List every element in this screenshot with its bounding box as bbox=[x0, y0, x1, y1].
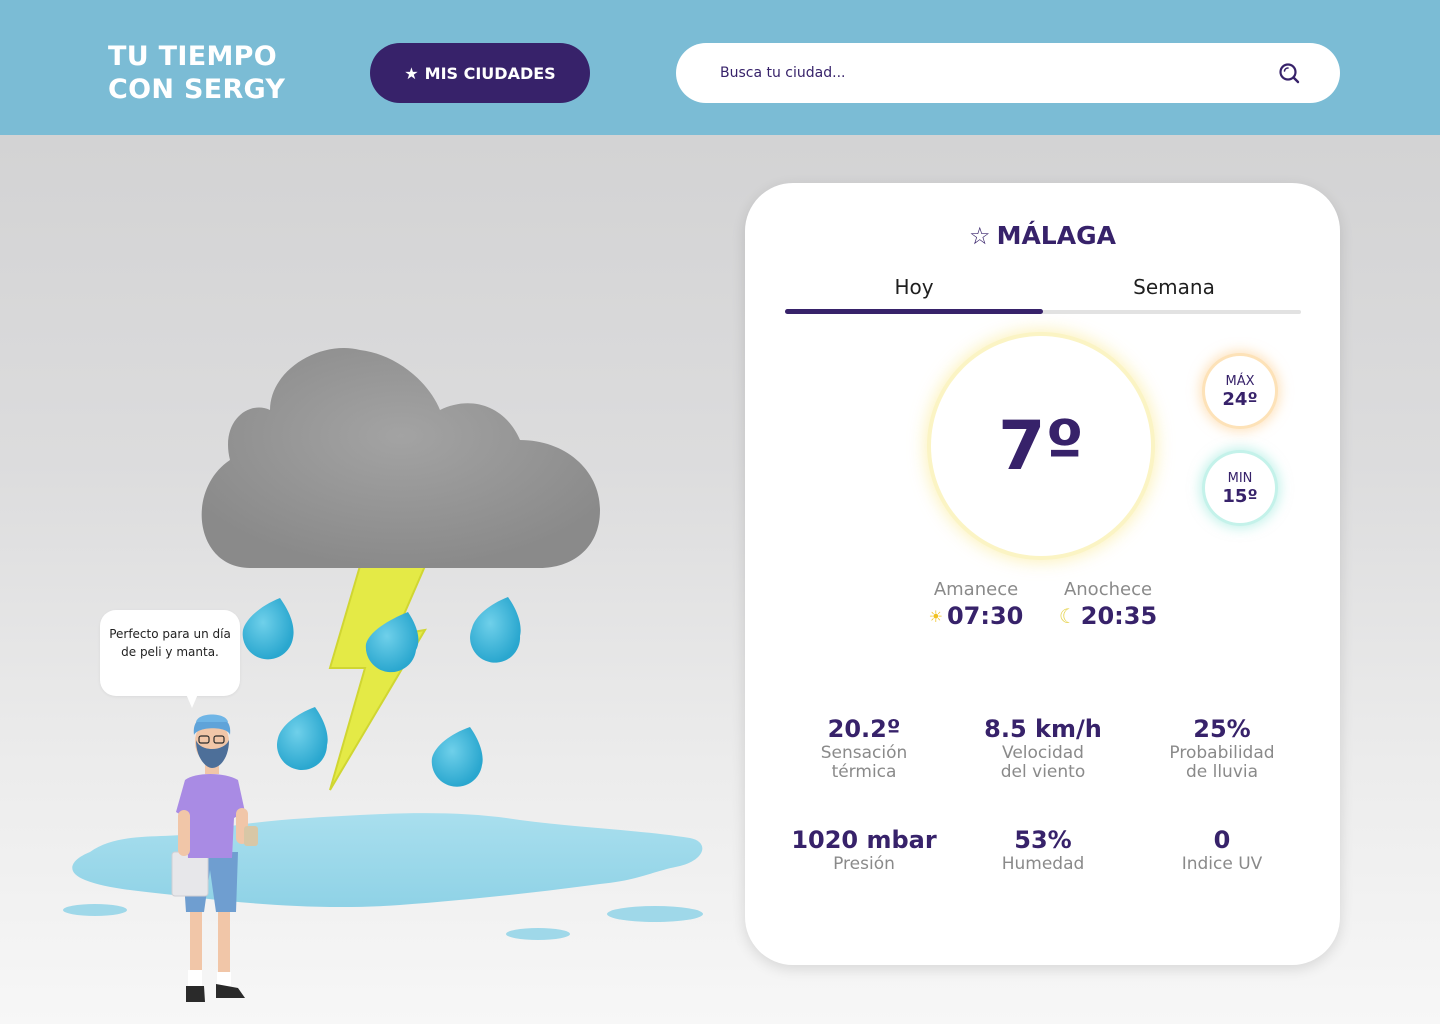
max-value: 24º bbox=[1222, 389, 1258, 410]
stat-label: Humedad bbox=[1001, 854, 1085, 874]
weather-card: ☆ MÁLAGA Hoy Semana 7º MÁX 24º MIN 15º A… bbox=[745, 183, 1340, 965]
stat-wind-speed: 8.5 km/h Velocidad del viento bbox=[953, 715, 1133, 781]
speech-bubble: Perfecto para un día de peli y manta. bbox=[100, 610, 240, 708]
top-header: TU TIEMPO CON SERGY ★ MIS CIUDADES bbox=[0, 0, 1440, 135]
brand-line-1: TU TIEMPO bbox=[108, 41, 277, 72]
stat-label: de lluvia bbox=[1185, 762, 1259, 782]
search-input[interactable] bbox=[720, 61, 1240, 85]
brand-line-2: CON SERGY bbox=[108, 74, 286, 105]
star-icon: ★ bbox=[404, 63, 419, 83]
tab-active-indicator bbox=[785, 309, 1043, 314]
sunset-label: Anochece bbox=[1063, 579, 1153, 600]
tab-today[interactable]: Hoy bbox=[785, 275, 1043, 299]
city-name: MÁLAGA bbox=[996, 221, 1116, 250]
stat-value: 0 bbox=[1213, 826, 1231, 854]
stat-value: 53% bbox=[1014, 826, 1072, 854]
sun-icon: ☀ bbox=[928, 606, 943, 626]
favorite-star-icon[interactable]: ☆ bbox=[969, 222, 991, 250]
sunrise-block: Amanece ☀ 07:30 bbox=[911, 579, 1041, 630]
my-cities-button[interactable]: ★ MIS CIUDADES bbox=[370, 43, 590, 103]
puddle-icon bbox=[63, 813, 703, 940]
stat-value: 8.5 km/h bbox=[984, 715, 1102, 743]
stat-uv-index: 0 Indice UV bbox=[1132, 826, 1312, 873]
my-cities-label: MIS CIUDADES bbox=[424, 63, 556, 83]
stat-label: Sensación bbox=[820, 743, 908, 763]
sunrise-label: Amanece bbox=[933, 579, 1019, 600]
sunrise-time: 07:30 bbox=[946, 602, 1024, 630]
stat-pressure: 1020 mbar Presión bbox=[774, 826, 954, 873]
current-temperature: 7º bbox=[931, 336, 1151, 556]
stat-value: 25% bbox=[1193, 715, 1251, 743]
min-value: 15º bbox=[1222, 486, 1258, 507]
tab-week[interactable]: Semana bbox=[1045, 275, 1303, 299]
stat-label: del viento bbox=[1000, 762, 1086, 782]
stat-rain-probability: 25% Probabilidad de lluvia bbox=[1132, 715, 1312, 781]
sunset-time: 20:35 bbox=[1080, 602, 1158, 630]
stat-label: Probabilidad bbox=[1169, 743, 1275, 763]
storm-cloud-icon bbox=[201, 348, 600, 568]
stat-feels-like: 20.2º Sensación térmica bbox=[774, 715, 954, 781]
stat-humidity: 53% Humedad bbox=[953, 826, 1133, 873]
min-temperature-badge: MIN 15º bbox=[1205, 453, 1275, 523]
stat-value: 20.2º bbox=[827, 715, 901, 743]
brand-logo[interactable]: TU TIEMPO CON SERGY bbox=[108, 40, 285, 106]
lightning-bolt-icon bbox=[328, 565, 427, 791]
sunset-block: Anochece ☾ 20:35 bbox=[1043, 579, 1173, 630]
stat-label: Indice UV bbox=[1181, 854, 1263, 874]
stat-label: Presión bbox=[833, 854, 895, 874]
search-icon[interactable] bbox=[1276, 60, 1302, 86]
moon-icon: ☾ bbox=[1058, 604, 1077, 628]
search-bar bbox=[676, 43, 1340, 103]
max-temperature-badge: MÁX 24º bbox=[1205, 356, 1275, 426]
stat-label: Velocidad bbox=[1002, 743, 1084, 763]
stat-value: 1020 mbar bbox=[791, 826, 937, 854]
weather-illustration bbox=[63, 348, 703, 1002]
stat-label: térmica bbox=[831, 762, 897, 782]
city-title: ☆ MÁLAGA bbox=[745, 221, 1340, 250]
